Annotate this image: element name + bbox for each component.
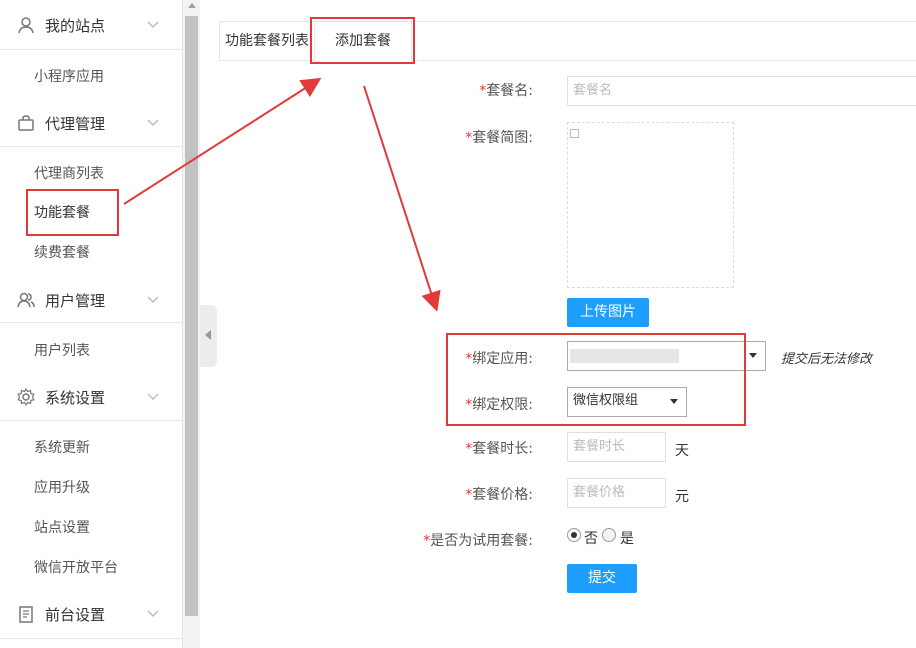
annotation-arrows xyxy=(123,77,441,312)
arrow-to-bind-fields xyxy=(363,85,441,312)
arrow-to-add-tab xyxy=(123,77,322,205)
